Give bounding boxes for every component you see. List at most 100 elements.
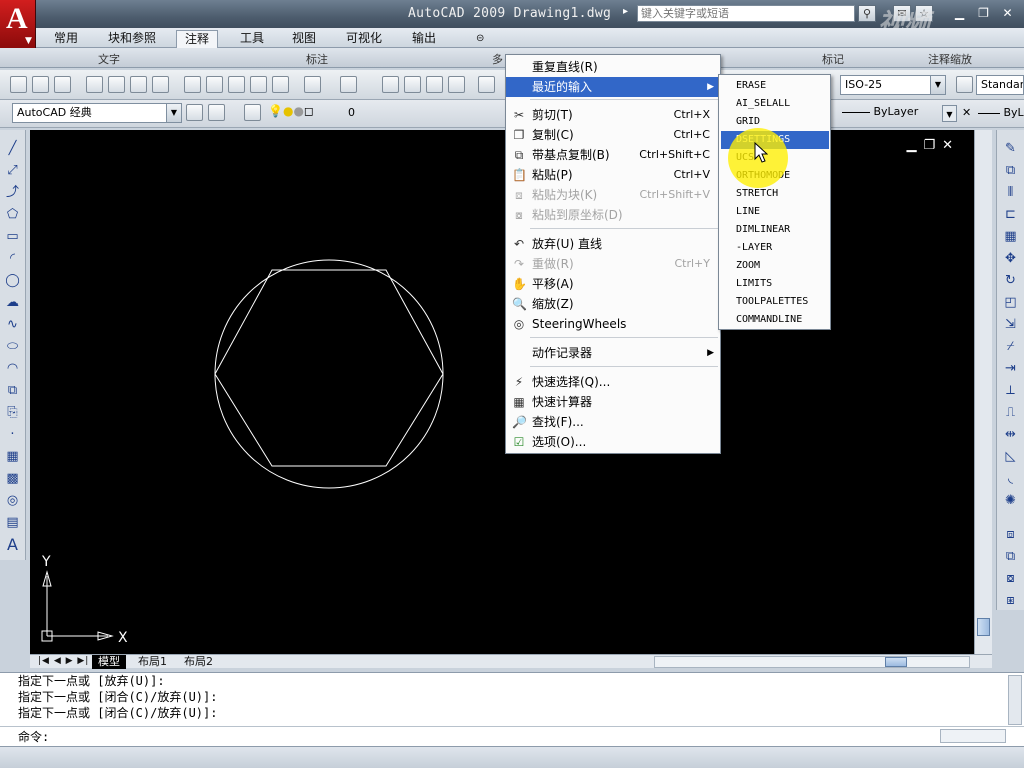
linetype-select[interactable]: ByLayer <box>838 103 958 123</box>
arc-icon[interactable]: ◜ <box>4 250 21 267</box>
menu-item-pan[interactable]: ✋ 平移(A) <box>506 274 720 294</box>
recent-item[interactable]: ZOOM <box>721 257 829 275</box>
tab-tools[interactable]: 工具 <box>232 30 272 48</box>
line-icon[interactable]: ╱ <box>4 140 21 157</box>
draworder-above-icon[interactable]: ⧆ <box>1002 592 1019 609</box>
panel-text[interactable]: 文字 <box>98 51 120 67</box>
save-icon[interactable] <box>54 76 71 93</box>
zoom-realtime-icon[interactable] <box>404 76 421 93</box>
workspace-select[interactable]: AutoCAD 经典 ▼ <box>12 103 182 123</box>
rectangle-icon[interactable]: ▭ <box>4 228 21 245</box>
drawn-hexagon[interactable] <box>214 269 444 467</box>
layer-state-icons[interactable]: 💡●●◻ <box>268 104 314 118</box>
layout-nav-arrows[interactable]: |◀ ◀ ▶ ▶| <box>32 655 95 669</box>
recent-item[interactable]: DIMLINEAR <box>721 221 829 239</box>
search-input[interactable] <box>637 5 855 22</box>
tab-model[interactable]: 模型 <box>92 655 126 669</box>
command-line[interactable]: 命令: <box>0 726 1024 746</box>
chevron-down-icon[interactable]: ▼ <box>942 105 957 122</box>
polygon-icon[interactable]: ⬠ <box>4 206 21 223</box>
paste-icon[interactable] <box>228 76 245 93</box>
zoom-previous-icon[interactable] <box>448 76 465 93</box>
offset-icon[interactable]: ⊏ <box>1002 206 1019 223</box>
explode-icon[interactable]: ✺ <box>1002 492 1019 509</box>
gradient-icon[interactable]: ▩ <box>4 470 21 487</box>
tab-visualize[interactable]: 可视化 <box>338 30 390 48</box>
drawing-window-controls[interactable]: ▁❐✕ <box>906 138 960 153</box>
move-icon[interactable]: ✥ <box>1002 250 1019 267</box>
dimstyle-select[interactable]: ISO-25 ▼ <box>840 75 946 95</box>
restore-icon[interactable]: ❐ <box>923 138 942 153</box>
mirror-icon[interactable]: ⫴ <box>1002 184 1019 201</box>
ribbon-minimize-icon[interactable]: ⊝ <box>468 30 492 48</box>
open-icon[interactable] <box>32 76 49 93</box>
break-icon[interactable]: ⎍ <box>1002 404 1019 421</box>
region-icon[interactable]: ◎ <box>4 492 21 509</box>
point-icon[interactable]: · <box>4 426 21 443</box>
block-editor-icon[interactable] <box>272 76 289 93</box>
menu-item-quickcalc[interactable]: ▦ 快速计算器 <box>506 392 720 412</box>
panel-annotation-scale[interactable]: 注释缩放 <box>928 51 972 67</box>
lineweight-select[interactable]: ByL <box>978 106 1024 119</box>
3d-dwf-icon[interactable] <box>152 76 169 93</box>
construction-line-icon[interactable]: ⤢ <box>4 162 21 179</box>
scrollbar-thumb[interactable] <box>977 618 990 636</box>
tab-layout2[interactable]: 布局2 <box>178 655 219 669</box>
table-icon[interactable]: ▤ <box>4 514 21 531</box>
drawn-circle[interactable] <box>214 259 444 489</box>
layer-manager-icon[interactable] <box>244 104 261 121</box>
print-preview-icon[interactable] <box>108 76 125 93</box>
menu-item-quickselect[interactable]: ⚡ 快速选择(Q)... <box>506 372 720 392</box>
panel-markup[interactable]: 标记 <box>822 51 844 67</box>
tab-view[interactable]: 视图 <box>284 30 324 48</box>
tab-output[interactable]: 输出 <box>404 30 444 48</box>
hatch-icon[interactable]: ▦ <box>4 448 21 465</box>
trim-icon[interactable]: ⌿ <box>1002 338 1019 355</box>
menu-item-steeringwheels[interactable]: ◎ SteeringWheels <box>506 314 720 334</box>
menu-item-undo[interactable]: ↶ 放弃(U) 直线 <box>506 234 720 254</box>
title-arrow-icon[interactable]: ▸ <box>623 6 628 17</box>
search-icon[interactable]: ⚲ <box>858 5 876 22</box>
recent-item[interactable]: AI_SELALL <box>721 95 829 113</box>
menu-item-recent-input[interactable]: 最近的输入 ▶ <box>506 77 720 97</box>
recent-item[interactable]: LINE <box>721 203 829 221</box>
menu-item-paste[interactable]: 📋 粘贴(P) Ctrl+V <box>506 165 720 185</box>
draworder-icon[interactable]: ⧈ <box>1002 526 1019 543</box>
menu-item-options[interactable]: ☑ 选项(O)... <box>506 432 720 452</box>
workspace-settings-icon[interactable] <box>186 104 203 121</box>
print-icon[interactable] <box>86 76 103 93</box>
pan-icon[interactable] <box>382 76 399 93</box>
array-icon[interactable]: ▦ <box>1002 228 1019 245</box>
publish-icon[interactable] <box>130 76 147 93</box>
ellipse-icon[interactable]: ⬭ <box>4 338 21 355</box>
scale-icon[interactable]: ◰ <box>1002 294 1019 311</box>
layer-name[interactable]: 0 <box>348 106 355 119</box>
menu-item-find[interactable]: 🔎 查找(F)... <box>506 412 720 432</box>
zoom-window-icon[interactable] <box>426 76 443 93</box>
spline-icon[interactable]: ∿ <box>4 316 21 333</box>
command-scrollbar[interactable] <box>1008 675 1022 725</box>
break-point-icon[interactable]: ⟂ <box>1002 382 1019 399</box>
recent-item[interactable]: STRETCH <box>721 185 829 203</box>
tablestyle-select[interactable]: Standar <box>976 75 1024 95</box>
recent-item[interactable]: -LAYER <box>721 239 829 257</box>
undo-icon[interactable] <box>304 76 321 93</box>
menu-item-copy-base[interactable]: ⧉ 带基点复制(B) Ctrl+Shift+C <box>506 145 720 165</box>
ellipse-arc-icon[interactable]: ◠ <box>4 360 21 377</box>
multiline-text-icon[interactable]: A <box>4 536 21 553</box>
tab-blocks[interactable]: 块和参照 <box>100 30 164 48</box>
fillet-icon[interactable]: ◟ <box>1002 470 1019 487</box>
tablestyle-icon[interactable] <box>956 76 973 93</box>
tab-home[interactable]: 常用 <box>46 30 86 48</box>
close-icon[interactable]: ✕ <box>942 138 960 153</box>
circle-icon[interactable]: ◯ <box>4 272 21 289</box>
stretch-icon[interactable]: ⇲ <box>1002 316 1019 333</box>
tab-annotate[interactable]: 注释 <box>176 30 219 48</box>
draworder-front-icon[interactable]: ⧉ <box>1002 548 1019 565</box>
extend-icon[interactable]: ⇥ <box>1002 360 1019 377</box>
chamfer-icon[interactable]: ◺ <box>1002 448 1019 465</box>
rotate-icon[interactable]: ↻ <box>1002 272 1019 289</box>
matchprop-icon[interactable] <box>250 76 267 93</box>
polyline-icon[interactable]: ⤴ <box>4 184 21 201</box>
menu-item-copy[interactable]: ❐ 复制(C) Ctrl+C <box>506 125 720 145</box>
